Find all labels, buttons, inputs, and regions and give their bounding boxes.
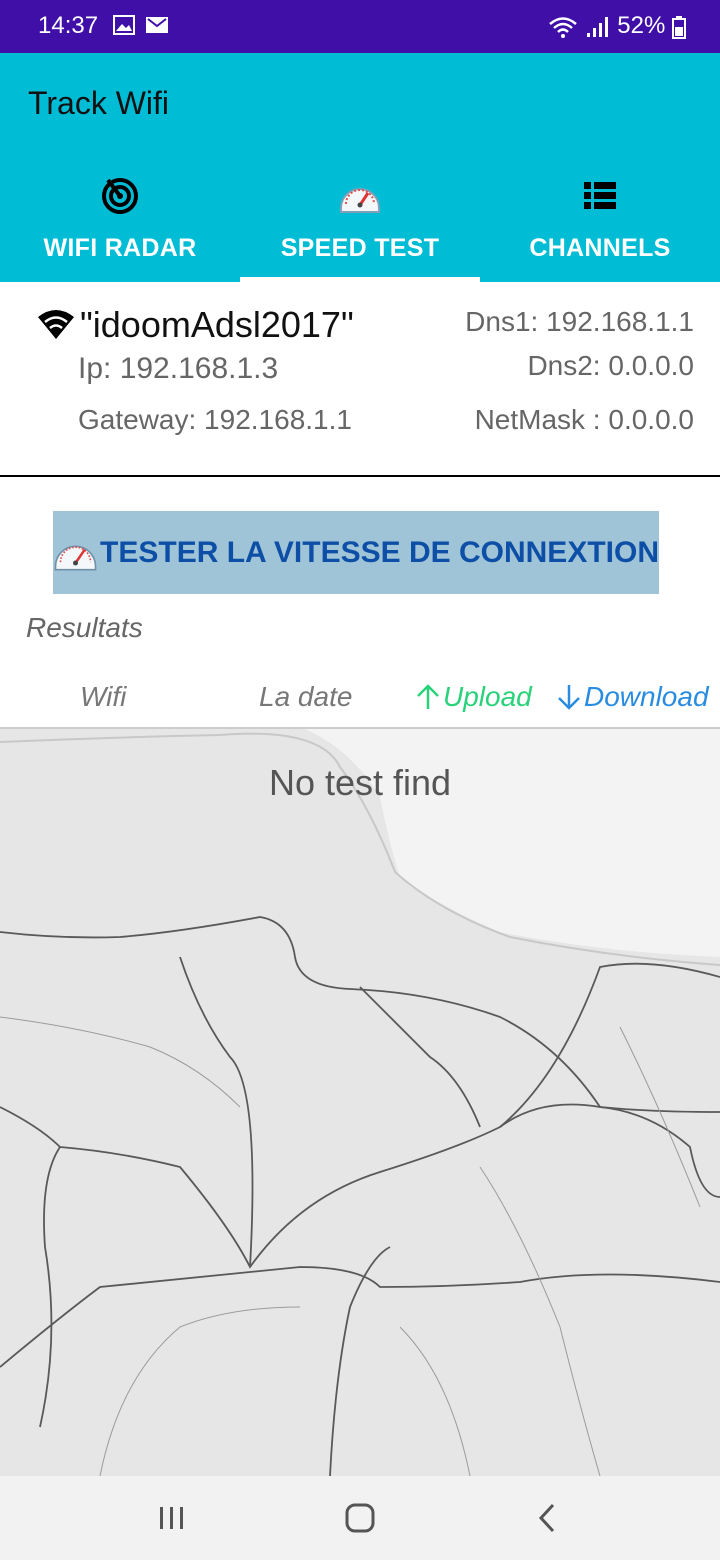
download-label: Download (584, 681, 709, 712)
signal-icon (586, 16, 608, 37)
tab-channels[interactable]: CHANNELS (480, 163, 720, 282)
speedometer-icon (54, 545, 97, 571)
tab-speed-test[interactable]: SPEED TEST (240, 163, 480, 282)
recents-icon (160, 1507, 183, 1529)
tab-label: SPEED TEST (280, 234, 440, 262)
empty-results-message: No test find (268, 762, 452, 803)
column-date: La date (259, 681, 353, 712)
speedometer-icon (340, 188, 380, 213)
map-illustration (0, 727, 720, 1476)
status-bar: 14:37 52% (0, 0, 720, 53)
netmask: NetMask : 0.0.0.0 (474, 404, 694, 435)
column-wifi: Wifi (80, 681, 127, 712)
status-right: 52% (548, 12, 686, 40)
results-header: Wifi La date Upload Download (0, 665, 720, 729)
column-download: Download (554, 681, 709, 713)
dns2: Dns2: 0.0.0.0 (527, 350, 694, 381)
app-bar: Track Wifi WIFI RADAR SPEED TEST CHANNEL… (0, 53, 720, 282)
wifi-icon (549, 16, 577, 38)
battery-percent: 52% (617, 12, 666, 39)
upload-label: Upload (443, 681, 532, 712)
status-time: 14:37 (38, 12, 99, 39)
test-button-label: TESTER LA VITESSE DE CONNEXTION (100, 535, 659, 569)
ssid: "idoomAdsl2017" (80, 304, 354, 345)
column-upload: Upload (413, 681, 532, 713)
results-title: Resultats (26, 612, 143, 643)
test-speed-button[interactable]: TESTER LA VITESSE DE CONNEXTION (53, 511, 659, 594)
ssid-row: "idoomAdsl2017" (36, 304, 354, 346)
app-title: Track Wifi (28, 85, 170, 121)
recent-apps-button[interactable] (142, 1496, 202, 1540)
battery-icon (672, 15, 686, 39)
back-button[interactable] (517, 1496, 577, 1540)
tab-label: CHANNELS (529, 234, 671, 262)
wifi-icon (38, 310, 74, 339)
home-button[interactable] (330, 1496, 390, 1540)
back-icon (538, 1503, 555, 1533)
tab-wifi-radar[interactable]: WIFI RADAR (0, 163, 240, 282)
arrow-up-icon (417, 684, 439, 709)
network-info-panel: "idoomAdsl2017" Ip: 192.168.1.3 Gateway:… (0, 282, 720, 477)
map-background (0, 727, 720, 1476)
notification-icons (113, 14, 169, 41)
tab-label: WIFI RADAR (43, 234, 197, 262)
dns1: Dns1: 192.168.1.1 (465, 306, 694, 337)
system-nav-bar (0, 1476, 720, 1560)
ip-address: Ip: 192.168.1.3 (78, 352, 279, 385)
home-icon (345, 1503, 375, 1533)
list-icon (584, 182, 616, 209)
mail-icon (146, 17, 168, 33)
image-icon (113, 15, 135, 35)
radar-icon (102, 178, 138, 214)
gateway: Gateway: 192.168.1.1 (78, 404, 352, 435)
arrow-down-icon (558, 685, 580, 710)
